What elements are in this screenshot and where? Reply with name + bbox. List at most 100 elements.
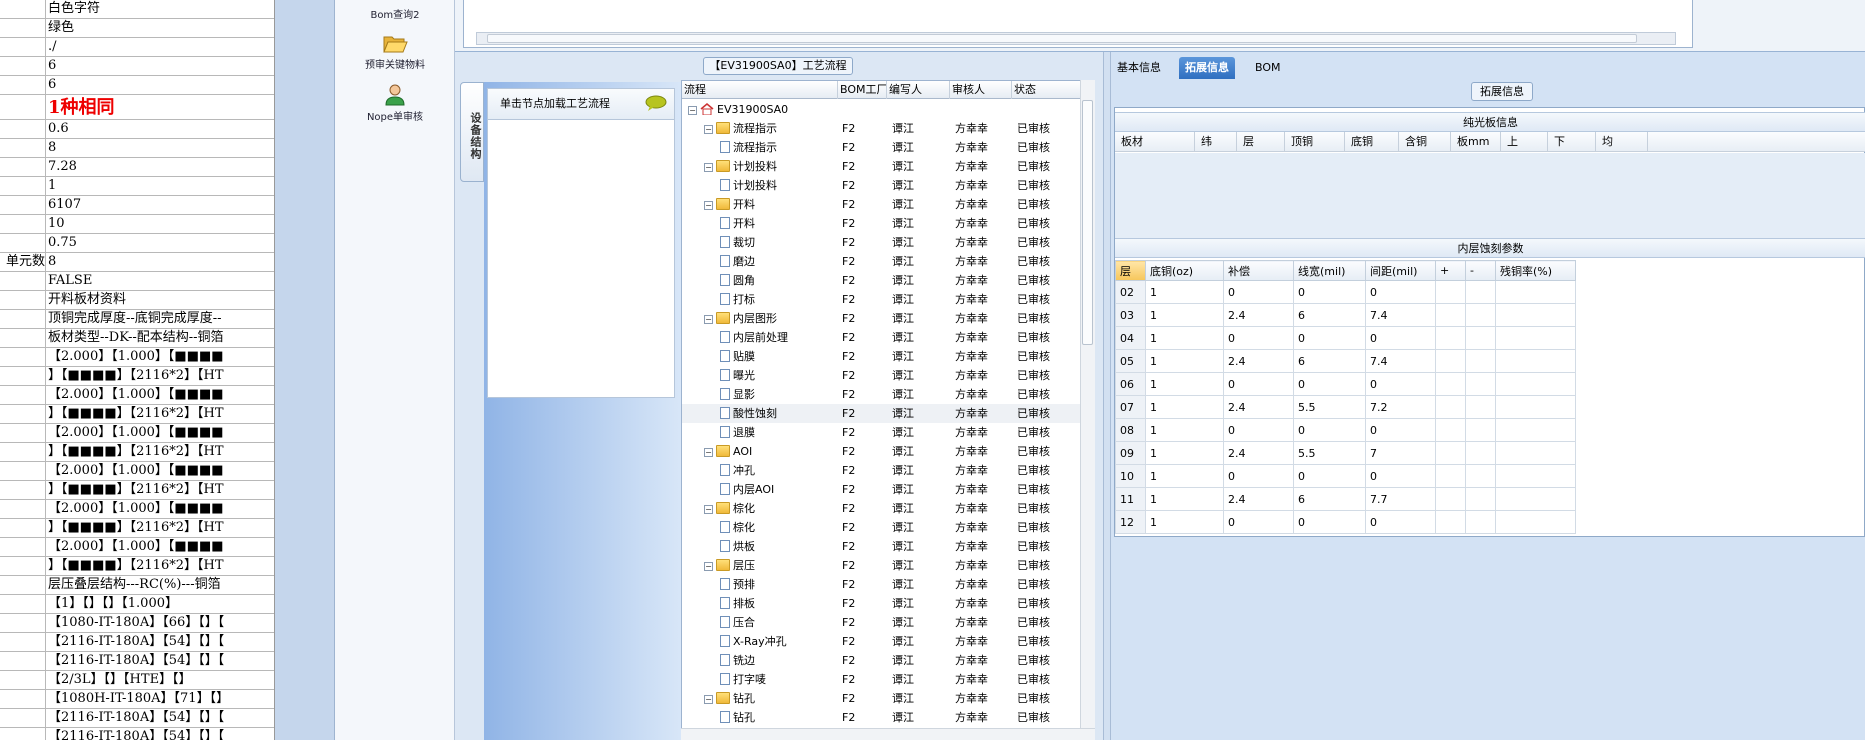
tree-row[interactable]: 铣边 F2 谭江 方幸幸 已审核: [682, 651, 1082, 670]
etch-layer-cell[interactable]: 08: [1115, 418, 1146, 442]
sheet-cell-value[interactable]: 顶铜完成厚度--底铜完成厚度--: [48, 310, 274, 328]
etch-cell[interactable]: [1465, 464, 1496, 488]
etch-row[interactable]: 07 1 2.4 5.5 7.2: [1115, 395, 1576, 419]
sheet-cell-value[interactable]: 】【■■■■】【2116*2】【HT: [48, 405, 274, 423]
collapse-toggle-icon[interactable]: −: [704, 695, 713, 704]
sheet-cell-label[interactable]: [0, 671, 46, 689]
etch-cell[interactable]: [1465, 441, 1496, 465]
etch-cell[interactable]: [1495, 349, 1576, 373]
tree-row[interactable]: 计划投料 F2 谭江 方幸幸 已审核: [682, 176, 1082, 195]
board-col-header[interactable]: 纬: [1195, 132, 1237, 152]
tree-col-header[interactable]: 流程: [682, 81, 838, 99]
sheet-row[interactable]: 单元数 8: [0, 253, 274, 272]
sheet-row[interactable]: 1: [0, 177, 274, 196]
sheet-cell-label[interactable]: [0, 728, 46, 740]
sheet-cell-label[interactable]: [0, 215, 46, 233]
etch-cell[interactable]: [1435, 280, 1466, 304]
sheet-cell-label[interactable]: [0, 76, 46, 94]
sheet-cell-label[interactable]: [0, 405, 46, 423]
sheet-row[interactable]: 】【■■■■】【2116*2】【HT: [0, 557, 274, 576]
tree-node[interactable]: 打标: [720, 290, 838, 309]
sheet-cell-value[interactable]: 开料板材资料: [48, 291, 274, 309]
sheet-cell-value[interactable]: 【2/3L】【】【HTE】【】: [48, 671, 274, 689]
etch-cell[interactable]: [1495, 395, 1576, 419]
sheet-cell-label[interactable]: [0, 576, 46, 594]
etch-col-header[interactable]: 层: [1115, 260, 1146, 281]
etch-cell[interactable]: 2.4: [1223, 395, 1294, 419]
etch-cell[interactable]: [1465, 326, 1496, 350]
panel-splitter[interactable]: [1103, 52, 1111, 740]
tree-row[interactable]: − 棕化 F2 谭江 方幸幸 已审核: [682, 499, 1082, 518]
sheet-cell-label[interactable]: 单元数: [0, 253, 46, 271]
etch-cell[interactable]: 7.4: [1365, 349, 1436, 373]
etch-cell[interactable]: 6: [1293, 487, 1366, 511]
etch-cell[interactable]: 0: [1365, 372, 1436, 396]
sheet-cell-label[interactable]: [0, 614, 46, 632]
etch-cell[interactable]: [1435, 441, 1466, 465]
tree-scroll-thumb[interactable]: [1082, 100, 1093, 345]
board-col-header[interactable]: 顶铜: [1285, 132, 1345, 152]
sheet-row[interactable]: 【2.000】【1.000】【■■■■: [0, 462, 274, 481]
tree-row[interactable]: 内层AOI F2 谭江 方幸幸 已审核: [682, 480, 1082, 499]
sheet-row[interactable]: 】【■■■■】【2116*2】【HT: [0, 405, 274, 424]
etch-cell[interactable]: 0: [1223, 326, 1294, 350]
board-col-header[interactable]: 板mm: [1451, 132, 1501, 152]
tab-bom[interactable]: BOM: [1249, 57, 1287, 79]
tree-row[interactable]: − 开料 F2 谭江 方幸幸 已审核: [682, 195, 1082, 214]
tree-row[interactable]: 压合 F2 谭江 方幸幸 已审核: [682, 613, 1082, 632]
etch-cell[interactable]: 0: [1223, 418, 1294, 442]
tree-row[interactable]: 烘板 F2 谭江 方幸幸 已审核: [682, 537, 1082, 556]
sheet-cell-label[interactable]: [0, 557, 46, 575]
sheet-row[interactable]: 】【■■■■】【2116*2】【HT: [0, 367, 274, 386]
sheet-cell-label[interactable]: [0, 462, 46, 480]
tree-row[interactable]: 流程指示 F2 谭江 方幸幸 已审核: [682, 138, 1082, 157]
etch-cell[interactable]: [1435, 349, 1466, 373]
etch-cell[interactable]: 0: [1293, 372, 1366, 396]
sheet-cell-label[interactable]: [0, 158, 46, 176]
etch-layer-cell[interactable]: 04: [1115, 326, 1146, 350]
tree-node[interactable]: − 层压: [704, 556, 838, 575]
tree-col-header[interactable]: 编写人: [887, 81, 950, 99]
sheet-row[interactable]: ./: [0, 38, 274, 57]
collapse-toggle-icon[interactable]: −: [704, 163, 713, 172]
collapse-toggle-icon[interactable]: −: [704, 201, 713, 210]
etch-layer-cell[interactable]: 12: [1115, 510, 1146, 534]
etch-cell[interactable]: [1435, 510, 1466, 534]
etch-cell[interactable]: [1435, 395, 1466, 419]
etch-cell[interactable]: [1495, 418, 1576, 442]
etch-layer-cell[interactable]: 07: [1115, 395, 1146, 419]
collapse-toggle-icon[interactable]: −: [704, 448, 713, 457]
etch-cell[interactable]: 1: [1145, 441, 1224, 465]
sheet-row[interactable]: 顶铜完成厚度--底铜完成厚度--: [0, 310, 274, 329]
sheet-cell-value[interactable]: 6: [48, 76, 274, 94]
sheet-row[interactable]: 【2.000】【1.000】【■■■■: [0, 500, 274, 519]
tree-row[interactable]: 棕化 F2 谭江 方幸幸 已审核: [682, 518, 1082, 537]
sheet-cell-value[interactable]: 】【■■■■】【2116*2】【HT: [48, 519, 274, 537]
sheet-cell-value[interactable]: 【2.000】【1.000】【■■■■: [48, 424, 274, 442]
sheet-row[interactable]: 7.28: [0, 158, 274, 177]
sheet-cell-label[interactable]: [0, 709, 46, 727]
collapse-toggle-icon[interactable]: −: [704, 125, 713, 134]
tree-node[interactable]: − 计划投料: [704, 157, 838, 176]
sheet-cell-label[interactable]: [0, 329, 46, 347]
tree-node[interactable]: 棕化: [720, 518, 838, 537]
tree-row[interactable]: 磨边 F2 谭江 方幸幸 已审核: [682, 252, 1082, 271]
etch-cell[interactable]: 0: [1365, 464, 1436, 488]
etch-layer-cell[interactable]: 10: [1115, 464, 1146, 488]
tree-col-header[interactable]: BOM工厂: [838, 81, 887, 99]
tab-basic-info[interactable]: 基本信息: [1111, 57, 1167, 79]
sheet-row[interactable]: 8: [0, 139, 274, 158]
sheet-row[interactable]: 】【■■■■】【2116*2】【HT: [0, 481, 274, 500]
etch-col-header[interactable]: 残铜率(%): [1495, 260, 1576, 281]
tree-row[interactable]: − AOI F2 谭江 方幸幸 已审核: [682, 442, 1082, 461]
sheet-row[interactable]: 6107: [0, 196, 274, 215]
etch-cell[interactable]: [1435, 326, 1466, 350]
tree-node[interactable]: 内层前处理: [720, 328, 838, 347]
etch-cell[interactable]: 1: [1145, 510, 1224, 534]
sheet-row[interactable]: 【2.000】【1.000】【■■■■: [0, 386, 274, 405]
etch-layer-cell[interactable]: 06: [1115, 372, 1146, 396]
sheet-cell-value[interactable]: 【2.000】【1.000】【■■■■: [48, 386, 274, 404]
etch-cell[interactable]: [1435, 418, 1466, 442]
sheet-cell-value[interactable]: 7.28: [48, 158, 274, 176]
sheet-cell-label[interactable]: [0, 652, 46, 670]
